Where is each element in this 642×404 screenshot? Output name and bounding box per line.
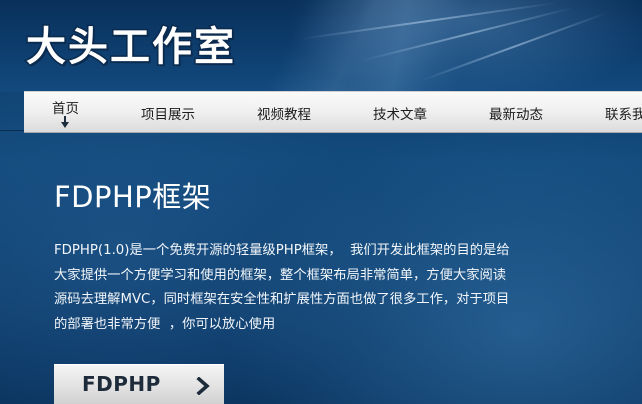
nav-item-label: 技术文章 bbox=[373, 107, 427, 123]
intro-line: 大家提供一个方便学习和使用的框架，整个框架布局非常简单，方便大家阅读 bbox=[54, 267, 507, 283]
nav-item-home[interactable]: 首页 bbox=[52, 92, 86, 132]
intro-line: 的部署也非常方便 ，你可以放心使用 bbox=[54, 316, 276, 332]
site-logo[interactable]: 大头工作室 bbox=[25, 14, 236, 72]
nav-item-tech-articles[interactable]: 技术文章 bbox=[373, 92, 433, 132]
intro-paragraph: FDPHP(1.0)是一个免费开源的轻量级PHP框架， 我们开发此框架的目的是给… bbox=[54, 239, 584, 337]
page-title: FDPHP框架 bbox=[54, 180, 212, 214]
site-header: 大头工作室 bbox=[0, 0, 642, 92]
arrow-down-icon bbox=[61, 116, 69, 128]
nav-item-projects[interactable]: 项目展示 bbox=[141, 92, 201, 132]
intro-line: FDPHP(1.0)是一个免费开源的轻量级PHP框架， 我们开发此框架的目的是给 bbox=[54, 243, 510, 258]
nav-left-divider bbox=[0, 130, 24, 131]
intro-line: 源码去理解MVC，同时框架在安全性和扩展性方面也做了很多工作，对于项目 bbox=[54, 292, 510, 307]
fdphp-button[interactable]: FDPHP bbox=[54, 364, 224, 404]
main-nav: 首页 项目展示 视频教程 技术文章 最新动态 联系我 bbox=[24, 91, 642, 133]
nav-item-label: 最新动态 bbox=[489, 107, 543, 123]
nav-item-label: 首页 bbox=[52, 101, 79, 117]
fdphp-button-label: FDPHP bbox=[82, 372, 161, 396]
nav-item-latest-news[interactable]: 最新动态 bbox=[489, 92, 549, 132]
nav-item-video-tutorials[interactable]: 视频教程 bbox=[257, 92, 317, 132]
chevron-right-icon bbox=[196, 377, 210, 395]
page: 大头工作室 首页 项目展示 视频教程 技术文章 最新动态 联系我 FDPHP框架… bbox=[0, 0, 642, 404]
nav-item-label: 项目展示 bbox=[141, 107, 195, 123]
nav-item-label: 联系我 bbox=[605, 107, 642, 123]
nav-item-contact[interactable]: 联系我 bbox=[605, 92, 642, 132]
nav-item-label: 视频教程 bbox=[257, 107, 311, 123]
